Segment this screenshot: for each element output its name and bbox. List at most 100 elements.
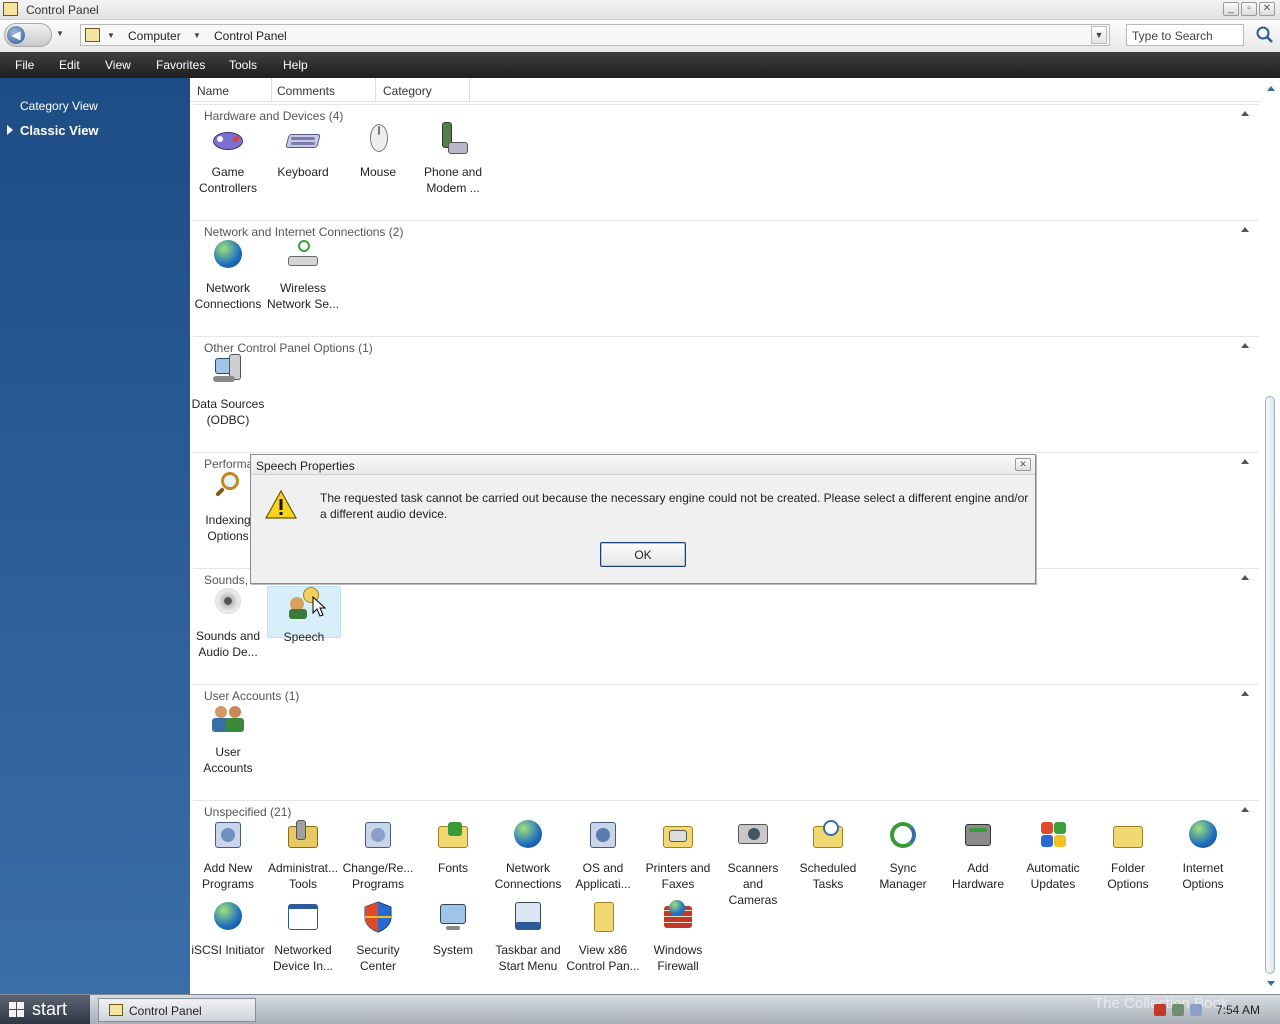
settings-icon — [586, 818, 620, 852]
dialog-close-button[interactable]: ✕ — [1015, 458, 1031, 471]
back-button[interactable]: ◀ — [4, 23, 52, 47]
item-keyboard[interactable]: Keyboard — [266, 122, 340, 180]
item-iscsi-initiator[interactable]: iSCSI Initiator — [191, 900, 265, 958]
item-sync-manager[interactable]: Sync Manager — [866, 818, 940, 892]
item-os-and-applications[interactable]: OS and Applicati... — [566, 818, 640, 892]
maximize-button[interactable]: ▫ — [1241, 2, 1257, 16]
item-taskbar-and-start-menu[interactable]: Taskbar and Start Menu — [491, 900, 565, 974]
item-data-sources[interactable]: Data Sources (ODBC) — [191, 354, 265, 428]
menu-help[interactable]: Help — [283, 58, 308, 72]
column-header-category[interactable]: Category — [376, 78, 470, 102]
item-wireless-network-setup[interactable]: Wireless Network Se... — [266, 238, 340, 312]
menu-favorites[interactable]: Favorites — [156, 58, 205, 72]
collapse-icon[interactable] — [1241, 807, 1249, 812]
breadcrumb-control-panel[interactable]: Control Panel — [214, 29, 287, 43]
menu-edit[interactable]: Edit — [59, 58, 80, 72]
item-network-connections[interactable]: Network Connections — [191, 238, 265, 312]
taskbar-button-control-panel[interactable]: Control Panel — [98, 998, 256, 1022]
item-label: Folder Options — [1107, 861, 1149, 891]
collapse-icon[interactable] — [1241, 575, 1249, 580]
collapse-icon[interactable] — [1241, 227, 1249, 232]
programs-icon — [211, 818, 245, 852]
item-network-connections-2[interactable]: Network Connections — [491, 818, 565, 892]
sidebar-item-classic-view[interactable]: Classic View — [20, 123, 99, 138]
windows-logo-icon — [1036, 818, 1070, 852]
close-button[interactable]: ✕ — [1259, 2, 1275, 16]
volume-tray-icon[interactable] — [1190, 1004, 1202, 1016]
group-title: Other Control Panel Options (1) — [204, 341, 373, 355]
minimize-button[interactable]: _ — [1223, 2, 1239, 16]
item-scanners-and-cameras[interactable]: Scanners and Cameras — [716, 818, 790, 908]
item-mouse[interactable]: Mouse — [341, 122, 415, 180]
database-icon — [211, 354, 245, 388]
item-label: Sync Manager — [879, 861, 927, 891]
group-title: User Accounts (1) — [204, 689, 300, 703]
history-dropdown-icon[interactable]: ▼ — [56, 29, 64, 38]
item-label: Mouse — [359, 165, 397, 179]
item-security-center[interactable]: Security Center — [341, 900, 415, 974]
chevron-down-icon[interactable]: ▼ — [107, 31, 115, 40]
security-alert-icon[interactable] — [1154, 1004, 1166, 1016]
item-label: Taskbar and Start Menu — [495, 943, 561, 973]
scroll-thumb[interactable] — [1265, 396, 1275, 974]
item-administrative-tools[interactable]: Administrat... Tools — [266, 818, 340, 892]
item-phone-and-modem[interactable]: Phone and Modem ... — [416, 122, 490, 196]
item-networked-device-installation[interactable]: Networked Device In... — [266, 900, 340, 974]
search-input[interactable]: Type to Search — [1126, 24, 1244, 46]
group-network: Network and Internet Connections (2) Net… — [193, 220, 1259, 332]
collapse-icon[interactable] — [1241, 459, 1249, 464]
item-sounds-and-audio[interactable]: Sounds and Audio De... — [191, 586, 265, 660]
ok-button[interactable]: OK — [600, 542, 686, 567]
address-dropdown-button[interactable]: ▼ — [1091, 26, 1107, 44]
scroll-down-icon[interactable] — [1267, 981, 1275, 986]
gamepad-icon — [211, 122, 245, 156]
item-user-accounts[interactable]: User Accounts — [191, 702, 265, 776]
address-toolbar: ◀ ▼ ▼ Computer ▼ Control Panel ▼ Type to… — [0, 20, 1280, 52]
menu-view[interactable]: View — [105, 58, 131, 72]
sidebar-item-category-view[interactable]: Category View — [20, 99, 98, 113]
item-automatic-updates[interactable]: Automatic Updates — [1016, 818, 1090, 892]
column-header-name[interactable]: Name — [190, 78, 272, 102]
item-printers-and-faxes[interactable]: Printers and Faxes — [641, 818, 715, 892]
address-field[interactable]: ▼ Computer ▼ Control Panel ▼ — [80, 24, 1110, 46]
vertical-scrollbar[interactable] — [1262, 78, 1280, 994]
phone-icon — [436, 122, 470, 156]
item-add-hardware[interactable]: Add Hardware — [941, 818, 1015, 892]
menu-file[interactable]: File — [15, 58, 34, 72]
start-button[interactable]: start — [0, 995, 90, 1024]
collapse-icon[interactable] — [1241, 691, 1249, 696]
item-label: View x86 Control Pan... — [566, 943, 640, 973]
window-titlebar: Control Panel _ ▫ ✕ — [0, 0, 1280, 20]
item-system[interactable]: System — [416, 900, 490, 958]
group-header[interactable]: Unspecified (21) — [193, 800, 1259, 820]
item-fonts[interactable]: Fonts — [416, 818, 490, 876]
item-scheduled-tasks[interactable]: Scheduled Tasks — [791, 818, 865, 892]
menu-tools[interactable]: Tools — [229, 58, 257, 72]
collapse-icon[interactable] — [1241, 343, 1249, 348]
chevron-down-icon[interactable]: ▼ — [193, 31, 201, 40]
item-folder-options[interactable]: Folder Options — [1091, 818, 1165, 892]
search-icon[interactable] — [1254, 25, 1276, 45]
folder-icon — [586, 900, 620, 934]
item-label: Speech — [283, 630, 325, 644]
group-header[interactable]: User Accounts (1) — [193, 684, 1259, 704]
group-user-accounts: User Accounts (1) User Accounts — [193, 684, 1259, 796]
item-internet-options[interactable]: Internet Options — [1166, 818, 1240, 892]
group-header[interactable]: Hardware and Devices (4) — [193, 104, 1259, 124]
breadcrumb-computer[interactable]: Computer — [128, 29, 181, 43]
column-header-comments[interactable]: Comments — [270, 78, 376, 102]
start-label: start — [32, 999, 68, 1019]
item-add-new-programs[interactable]: Add New Programs — [191, 818, 265, 892]
item-game-controllers[interactable]: Game Controllers — [191, 122, 265, 196]
item-label: Printers and Faxes — [645, 861, 711, 891]
scheduled-tasks-icon — [811, 818, 845, 852]
group-header[interactable]: Other Control Panel Options (1) — [193, 336, 1259, 356]
network-tray-icon[interactable] — [1172, 1004, 1184, 1016]
item-speech[interactable]: Speech — [267, 586, 341, 644]
item-view-x86-control-panel[interactable]: View x86 Control Pan... — [566, 900, 640, 974]
collapse-icon[interactable] — [1241, 111, 1249, 116]
item-change-remove-programs[interactable]: Change/Re... Programs — [341, 818, 415, 892]
item-windows-firewall[interactable]: Windows Firewall — [641, 900, 715, 974]
group-header[interactable]: Network and Internet Connections (2) — [193, 220, 1259, 240]
scroll-up-icon[interactable] — [1267, 86, 1275, 91]
